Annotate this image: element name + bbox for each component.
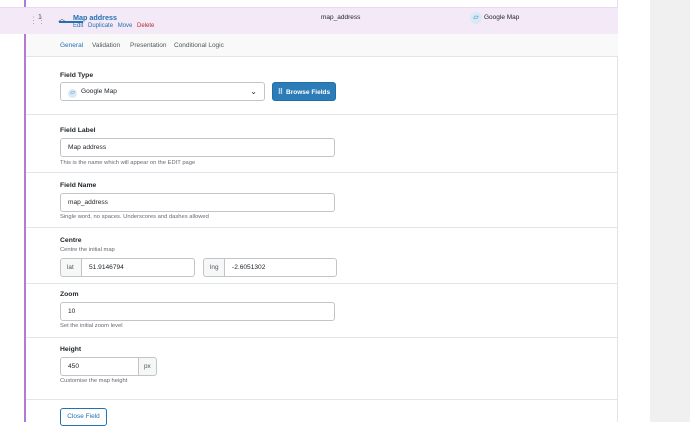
centre-label: Centre (60, 237, 82, 244)
section-divider (26, 399, 618, 400)
centre-help: Centre the initial map (60, 247, 115, 253)
field-key-text: map_address (321, 14, 361, 21)
tab-general[interactable]: General (60, 42, 83, 49)
field-type-select[interactable]: ▱ Google Map ⌄ (60, 82, 265, 101)
page-right-gutter (650, 0, 690, 422)
height-help: Customise the map height (60, 378, 128, 384)
delete-link[interactable]: Delete (137, 23, 154, 29)
tab-conditional-logic[interactable]: Conditional Logic (174, 42, 224, 49)
field-type-value: Google Map (81, 88, 117, 95)
field-order-number: 1 (38, 14, 42, 21)
move-link[interactable]: Move (118, 23, 133, 29)
height-input[interactable]: 450 (60, 357, 139, 376)
field-type-text: Google Map (484, 14, 520, 21)
lng-prepend: lng (203, 258, 225, 277)
height-label: Height (60, 346, 82, 353)
field-name-input[interactable]: map_address (60, 193, 335, 212)
section-divider (26, 227, 618, 228)
field-name-help: Single word, no spaces. Underscores and … (60, 214, 209, 220)
browse-fields-label: Browse Fields (286, 89, 331, 96)
chevron-down-icon: ⌄ (250, 87, 257, 96)
tab-validation[interactable]: Validation (92, 42, 120, 49)
tab-presentation[interactable]: Presentation (130, 42, 167, 49)
field-label-label: Field Label (60, 127, 96, 134)
row-actions: Edit Duplicate Move Delete (73, 23, 157, 29)
active-tab-indicator (59, 21, 83, 23)
close-field-button[interactable]: Close Field (60, 408, 107, 426)
settings-tabs: General Validation Presentation Conditio… (26, 34, 618, 57)
field-type-label: Field Type (60, 72, 94, 79)
map-icon: ▱ (470, 12, 482, 24)
field-name-label: Field Name (60, 182, 97, 189)
field-label-help: This is the name which will appear on th… (60, 160, 196, 166)
field-label-input[interactable]: Map address (60, 138, 335, 157)
edit-link[interactable]: Edit (73, 23, 83, 29)
lat-prepend: lat (60, 258, 82, 277)
zoom-input[interactable]: 10 (60, 302, 335, 321)
section-divider (26, 114, 618, 115)
lng-input[interactable]: -2.6051302 (224, 258, 337, 277)
height-unit-append: px (138, 357, 157, 376)
lat-input[interactable]: 51.9146794 (81, 258, 195, 277)
duplicate-link[interactable]: Duplicate (88, 23, 113, 29)
section-divider (26, 172, 618, 173)
grid-icon: ⠿ (277, 89, 284, 96)
section-divider (26, 337, 618, 338)
section-divider (26, 283, 618, 284)
map-icon: ▱ (68, 89, 77, 98)
zoom-help: Set the initial zoom level (60, 323, 123, 329)
browse-fields-button[interactable]: ⠿ Browse Fields (272, 82, 336, 101)
zoom-label: Zoom (60, 291, 79, 298)
field-header-row[interactable]: ⋮⋮ 1 ︿ Map address Edit Duplicate Move D… (0, 7, 618, 34)
drag-handle-icon[interactable]: ⋮⋮ (29, 15, 46, 26)
